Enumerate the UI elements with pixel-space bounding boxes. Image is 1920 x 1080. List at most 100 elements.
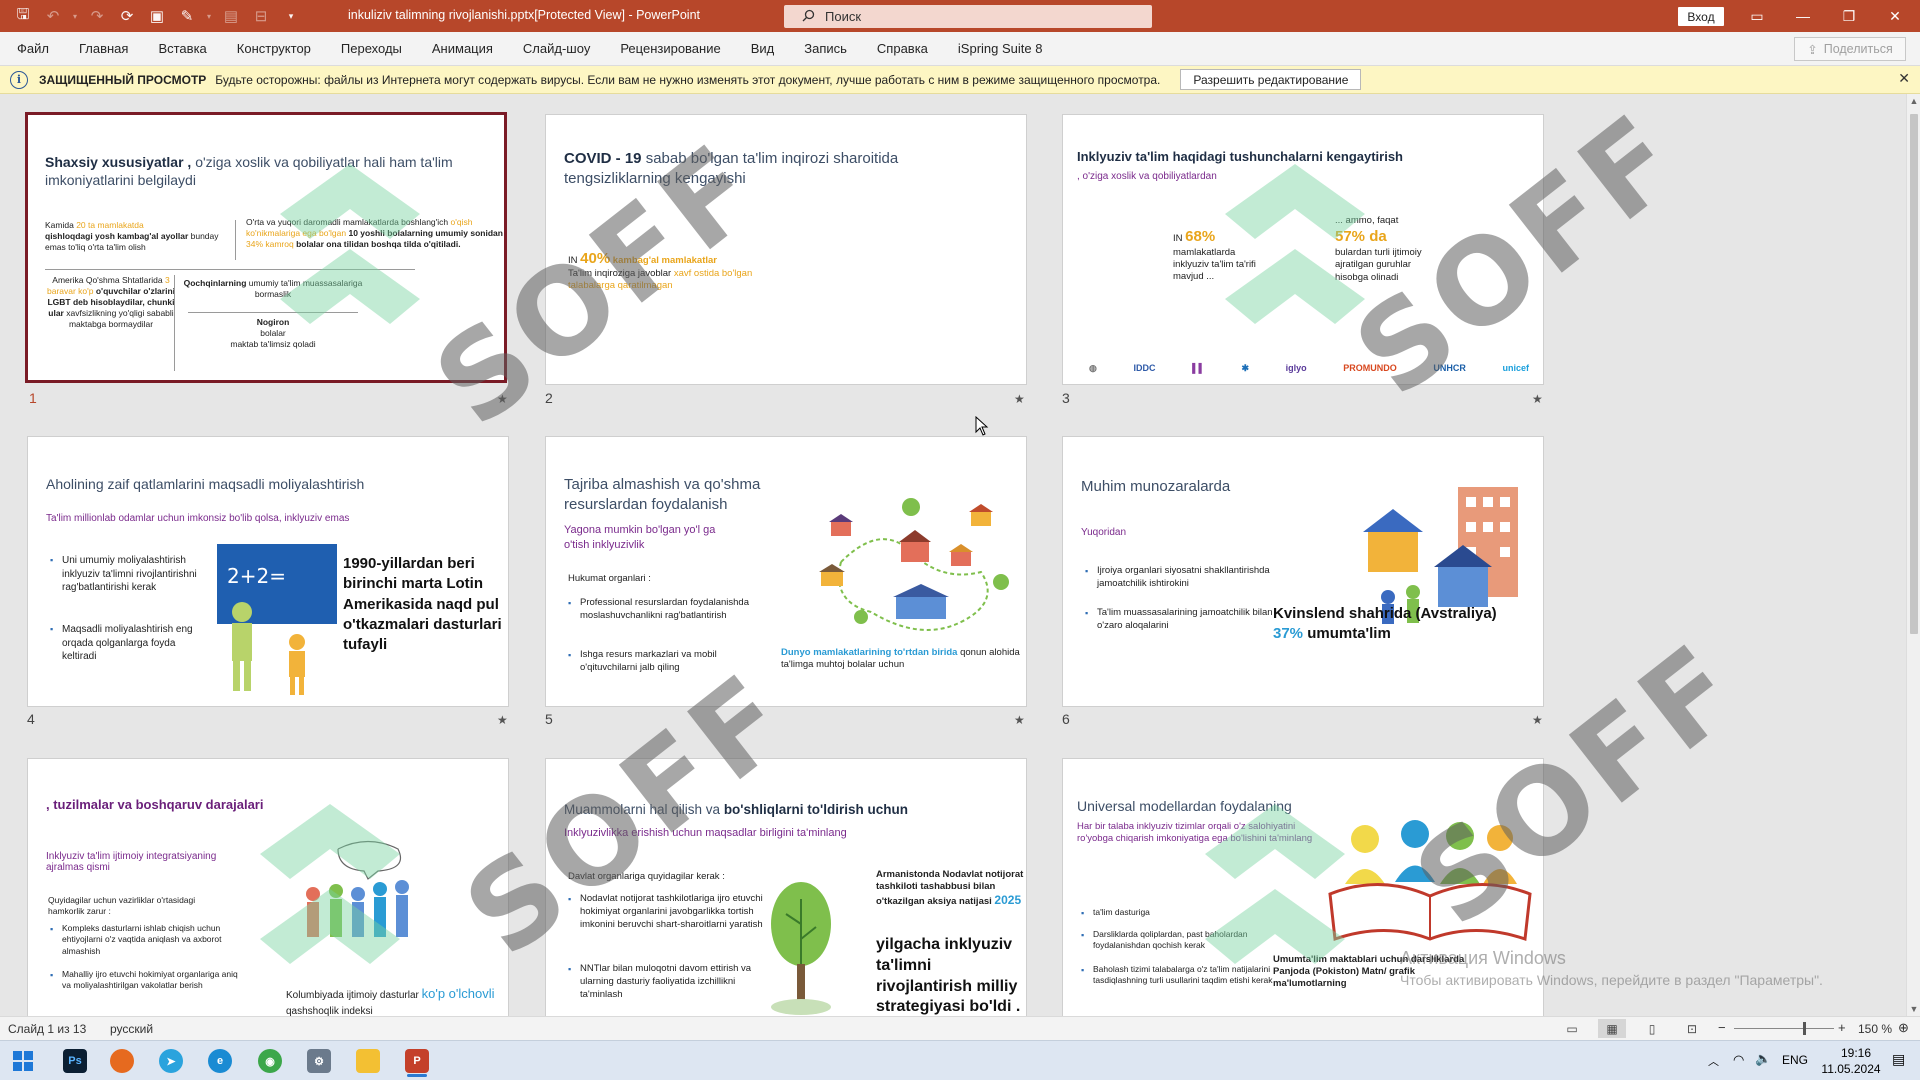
animation-star-icon[interactable]: ★ (497, 713, 508, 727)
tab-home[interactable]: Главная (64, 32, 143, 66)
org-logo-icon: ▌▌ (1192, 363, 1205, 373)
restore-icon[interactable]: ❐ (1826, 0, 1872, 32)
show-hidden-icons-icon[interactable]: ︿ (1708, 1053, 1719, 1069)
slide-thumbnail-5[interactable]: Tajriba almashish va qo'shma resurslarda… (545, 436, 1027, 707)
redo-icon[interactable]: ↷ (84, 3, 110, 29)
tab-design[interactable]: Конструктор (222, 32, 326, 66)
tab-ispring[interactable]: iSpring Suite 8 (943, 32, 1058, 66)
clock-time[interactable]: 19:16 (1826, 1046, 1886, 1060)
scrollbar-thumb[interactable] (1910, 114, 1918, 634)
zoom-out-icon[interactable]: − (1718, 1020, 1726, 1035)
notifications-icon[interactable]: ▤ (1892, 1051, 1905, 1068)
powerpoint-icon: P (405, 1049, 429, 1073)
zoom-slider[interactable] (1734, 1028, 1834, 1029)
volume-icon[interactable]: 🔈 (1755, 1051, 1771, 1067)
align-icon[interactable]: ⊟ (248, 3, 274, 29)
slide-thumbnail-1[interactable]: Shaxsiy xususiyatlar , o'ziga xoslik va … (25, 112, 507, 383)
undo-dropdown-icon[interactable]: ▾ (70, 3, 80, 29)
chrome-app[interactable]: ◉ (250, 1045, 290, 1077)
slide-thumbnail-3[interactable]: Inklyuziv ta'lim haqidagi tushunchalarni… (1062, 114, 1544, 385)
tab-help[interactable]: Справка (862, 32, 943, 66)
tab-slideshow[interactable]: Слайд-шоу (508, 32, 605, 66)
animation-star-icon[interactable]: ★ (1014, 392, 1025, 406)
tab-animations[interactable]: Анимация (417, 32, 508, 66)
slide-subtitle: Har bir talaba inklyuziv tizimlar orqali… (1077, 821, 1313, 845)
bullet-item: ta'lim dasturiga (1081, 907, 1291, 920)
slide-title: Universal modellardan foydalaning (1077, 798, 1292, 814)
tab-review[interactable]: Рецензирование (605, 32, 735, 66)
input-language[interactable]: ENG (1782, 1053, 1808, 1067)
close-icon[interactable]: ✕ (1898, 70, 1910, 87)
zoom-level[interactable]: 150 % (1858, 1022, 1892, 1036)
share-button[interactable]: ⇪ Поделиться (1794, 37, 1906, 61)
settings-app[interactable]: ⚙ (299, 1045, 339, 1077)
telegram-icon: ➤ (159, 1049, 183, 1073)
clock-date[interactable]: 11.05.2024 (1816, 1062, 1886, 1076)
tab-transitions[interactable]: Переходы (326, 32, 417, 66)
sign-in-button[interactable]: Вход (1678, 7, 1724, 26)
normal-view-icon[interactable]: ▭ (1558, 1019, 1586, 1038)
minimize-icon[interactable]: — (1780, 0, 1826, 32)
zoom-in-icon[interactable]: + (1838, 1020, 1846, 1035)
telegram-app[interactable]: ➤ (151, 1045, 191, 1077)
slide-sorter-view-icon[interactable]: ▦ (1598, 1019, 1626, 1038)
edge-app[interactable]: e (200, 1045, 240, 1077)
village-map-illustration (819, 498, 1009, 631)
powerpoint-app[interactable]: P (397, 1045, 437, 1077)
tab-view[interactable]: Вид (736, 32, 790, 66)
scroll-down-icon[interactable]: ▼ (1907, 1004, 1920, 1014)
photoshop-app[interactable]: Ps (55, 1045, 95, 1077)
reading-view-icon[interactable]: ▯ (1638, 1019, 1666, 1038)
slide-note: Kolumbiyada ijtimoiy dasturlar ko'p o'lc… (286, 986, 495, 1016)
slide-note: Armanistonda Nodavlat notijorat tashkilo… (876, 869, 1024, 908)
ink-dropdown-icon[interactable]: ▾ (204, 3, 214, 29)
enable-editing-button[interactable]: Разрешить редактирование (1180, 69, 1362, 90)
fit-to-window-icon[interactable]: ⊕ (1898, 1020, 1909, 1036)
customize-toolbar-icon[interactable]: ▾ (278, 3, 304, 29)
divider (188, 312, 358, 313)
gen-logo-icon: ◍ (1089, 362, 1097, 373)
highlight-text: yilgacha inklyuziv ta'limni rivojlantiri… (876, 936, 1021, 1016)
language-indicator[interactable]: русский (110, 1022, 153, 1036)
tab-insert[interactable]: Вставка (143, 32, 221, 66)
share-label: Поделиться (1823, 42, 1893, 56)
ink-icon[interactable]: ✎ (174, 3, 200, 29)
firefox-app[interactable] (102, 1045, 142, 1077)
tab-record[interactable]: Запись (789, 32, 862, 66)
book-readers-illustration (1328, 820, 1532, 942)
close-icon[interactable]: ✕ (1872, 0, 1918, 32)
slide-text: Qochqinlarning umumiy ta'lim muassasalar… (183, 278, 363, 299)
slide-title: Muhim munozaralarda (1081, 478, 1231, 495)
file-explorer-app[interactable] (348, 1045, 388, 1077)
save-icon[interactable]: 🖫 (10, 3, 36, 29)
animation-star-icon[interactable]: ★ (497, 392, 508, 406)
layout-icon[interactable]: ▤ (218, 3, 244, 29)
slide-subtitle: Inklyuziv ta'lim ijtimoiy integratsiyani… (46, 851, 217, 873)
ribbon-tabs: Файл Главная Вставка Конструктор Переход… (0, 32, 1920, 66)
start-button[interactable] (3, 1045, 43, 1077)
animation-star-icon[interactable]: ★ (1532, 713, 1543, 727)
slideshow-view-icon[interactable]: ⊡ (1678, 1019, 1706, 1038)
start-slideshow-icon[interactable]: ▣ (144, 3, 170, 29)
ribbon-display-options-icon[interactable]: ▭ (1734, 0, 1780, 32)
slide-thumbnail-6[interactable]: Muhim munozaralarda Yuqoridan Ijroiya or… (1062, 436, 1544, 707)
windows-activation-message: Чтобы активировать Windows, перейдите в … (1400, 972, 1823, 988)
slide-thumbnail-8[interactable]: Muammolarni hal qilish va bo'shliqlarni … (545, 758, 1027, 1016)
slide-text: Amerika Qo'shma Shtatlarida 3 baravar ko… (46, 275, 176, 329)
slide-thumbnail-7[interactable]: , tuzilmalar va boshqaruv darajalari Ink… (27, 758, 509, 1016)
slide-heading: Quyidagilar uchun vazirliklar o'rtasidag… (48, 895, 196, 916)
vertical-scrollbar[interactable]: ▲ ▼ (1906, 94, 1920, 1016)
slide-thumbnail-2[interactable]: COVID - 19 sabab bo'lgan ta'lim inqirozi… (545, 114, 1027, 385)
animation-star-icon[interactable]: ★ (1532, 392, 1543, 406)
scroll-up-icon[interactable]: ▲ (1907, 96, 1920, 106)
repeat-icon[interactable]: ⟳ (114, 3, 140, 29)
zoom-slider-thumb[interactable] (1803, 1022, 1806, 1035)
wifi-icon[interactable]: ◠ (1733, 1052, 1744, 1068)
animation-star-icon[interactable]: ★ (1014, 713, 1025, 727)
tab-file[interactable]: Файл (2, 32, 64, 66)
undo-icon[interactable]: ↶ (40, 3, 66, 29)
slide-number: 2 (545, 390, 553, 406)
slide-thumbnail-4[interactable]: Aholining zaif qatlamlarini maqsadli mol… (27, 436, 509, 707)
slide-text: IN 40% kambag'al mamlakatlar (568, 250, 717, 267)
search-input[interactable]: Поиск (784, 5, 1152, 28)
